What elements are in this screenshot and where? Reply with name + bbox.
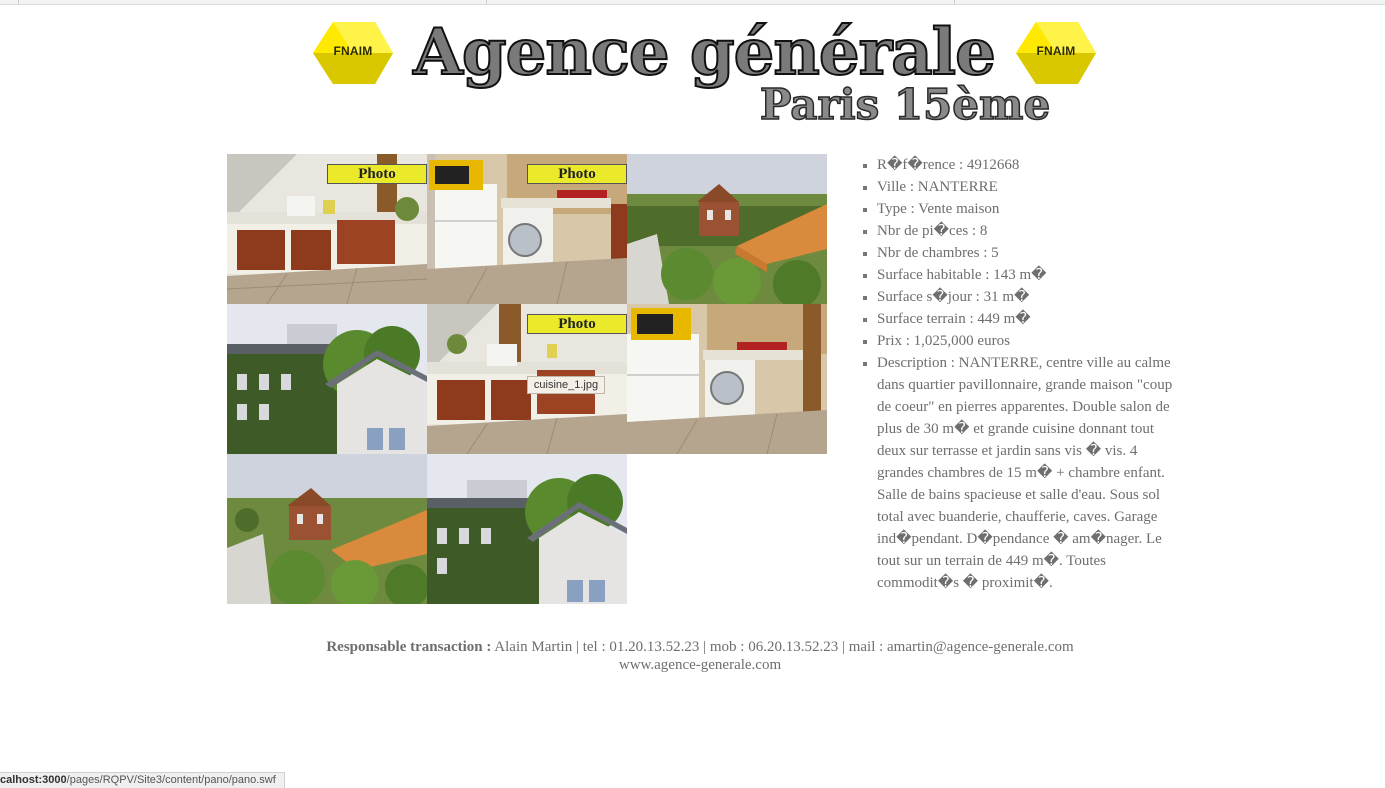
status-host: calhost:3000 [0,774,67,786]
detail-city: Ville : NANTERRE [877,176,1182,198]
gallery-photo-kitchen-appliances-2[interactable] [627,304,827,454]
fnaim-logo-left: FNAIM [313,22,393,84]
agency-subtitle: Paris 15ème [759,79,1051,130]
gallery-photo-ivy-house-2[interactable] [427,454,627,604]
contact-line: Responsable transaction : Alain Martin |… [0,638,1385,656]
property-details: R�f�rence : 4912668 Ville : NANTERRE Typ… [862,154,1182,594]
status-bar-url: calhost:3000/pages/RQPV/Site3/content/pa… [0,772,285,788]
browser-tab-strip [0,0,1385,5]
gallery-photo-kitchen-appliances[interactable]: Photo [427,154,627,304]
detail-reference: R�f�rence : 4912668 [877,154,1182,176]
photo-tag: Photo [527,164,627,184]
gallery-photo-ivy-house[interactable] [227,304,427,454]
fnaim-label: FNAIM [1036,44,1076,58]
gallery-photo-garden-roofs[interactable] [627,154,827,304]
gallery-photo-kitchen-counter[interactable]: Photo [227,154,427,304]
detail-description: Description : NANTERRE, centre ville au … [877,352,1182,594]
contact-footer: Responsable transaction : Alain Martin |… [0,638,1385,674]
detail-rooms: Nbr de pi�ces : 8 [877,220,1182,242]
detail-bedrooms: Nbr de chambres : 5 [877,242,1182,264]
detail-type: Type : Vente maison [877,198,1182,220]
photo-image [227,454,427,604]
photo-image [427,454,627,604]
photo-image [227,304,427,454]
contact-text: Alain Martin | tel : 01.20.13.52.23 | mo… [494,639,1074,655]
gallery-photo-garden-roofs-2[interactable] [227,454,427,604]
tab-divider [18,0,19,5]
page-header: FNAIM Agence générale Paris 15ème FNAIM [0,14,1385,139]
photo-image [627,154,827,304]
detail-land-area: Surface terrain : 449 m� [877,308,1182,330]
photo-tag: Photo [327,164,427,184]
tab-divider [486,0,487,5]
detail-lounge-area: Surface s�jour : 31 m� [877,286,1182,308]
photo-tag: Photo [527,314,627,334]
details-list: R�f�rence : 4912668 Ville : NANTERRE Typ… [862,154,1182,594]
status-path: /pages/RQPV/Site3/content/pano/pano.swf [66,774,276,786]
image-tooltip: cuisine_1.jpg [527,376,605,394]
agency-title: Agence générale [412,15,997,91]
website-link[interactable]: www.agence-generale.com [0,656,1385,674]
photo-image [627,304,827,454]
detail-price: Prix : 1,025,000 euros [877,330,1182,352]
fnaim-logo-right: FNAIM [1016,22,1096,84]
fnaim-label: FNAIM [333,44,373,58]
contact-label: Responsable transaction : [326,639,492,655]
tab-divider [954,0,955,5]
detail-living-area: Surface habitable : 143 m� [877,264,1182,286]
